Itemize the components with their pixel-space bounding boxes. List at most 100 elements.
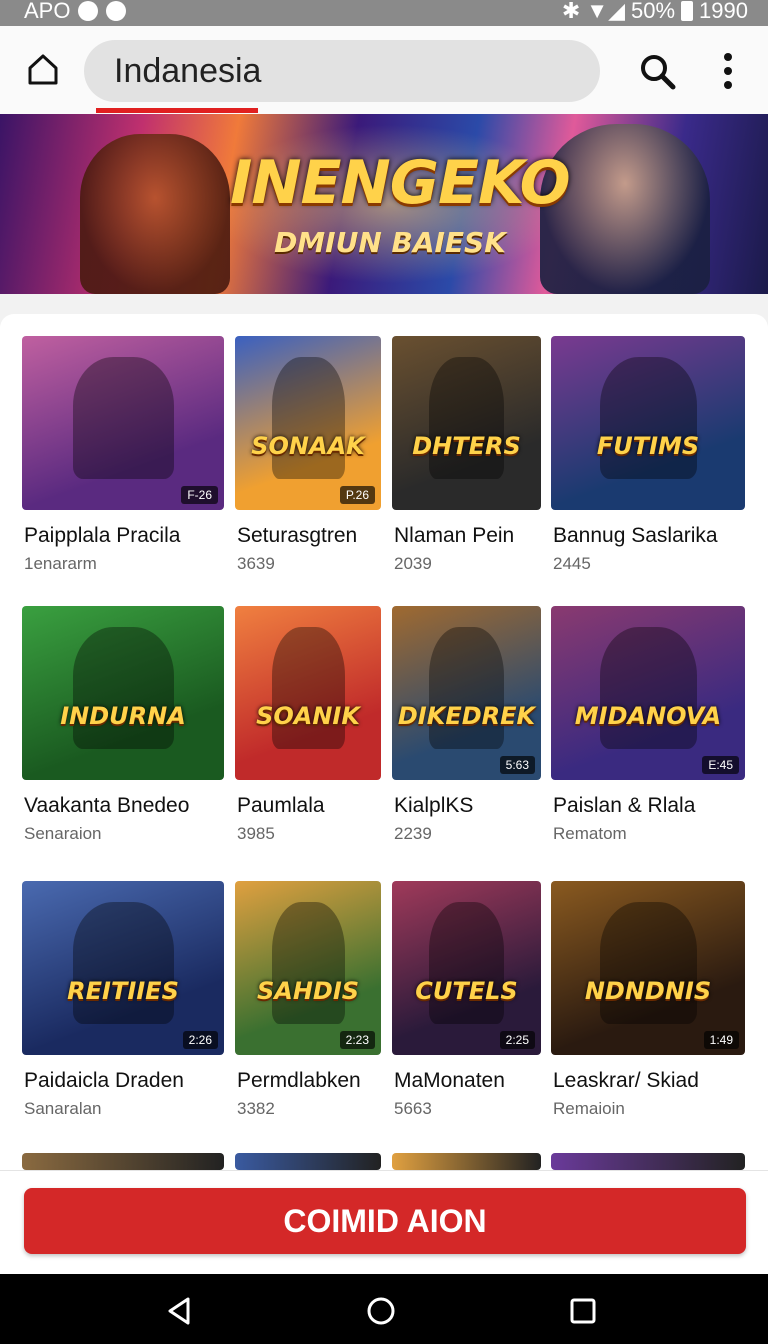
game-thumbnail[interactable]: SAHDIS 2:23 [235,881,381,1055]
address-text: Indanesia [114,52,262,90]
search-icon[interactable] [638,52,676,90]
game-thumbnail-partial[interactable] [22,1153,224,1170]
game-card[interactable]: SONAAK P.26 Seturasgtren 3639 [235,336,381,576]
home-circle-icon[interactable] [366,1296,396,1326]
game-logo-text: SOANIK [256,701,360,730]
game-title: Paislan & Rlala [553,794,696,817]
game-badge: E:45 [702,756,739,774]
game-subtitle: 3382 [237,1099,275,1118]
game-thumbnail[interactable]: F-26 [22,336,224,510]
game-badge: 2:26 [182,1031,218,1049]
cta-button[interactable]: COIMID AION [24,1188,746,1254]
system-nav-bar [0,1274,768,1344]
battery-icon [681,1,694,21]
hero-banner[interactable]: INENGEKO DMIUN BAIESK [0,114,768,294]
signal-icon: ▼◢ [586,0,625,23]
game-character-art [429,626,504,749]
game-card[interactable]: MIDANOVA E:45 Paislan & Rlala Rematom [551,606,745,846]
bluetooth-icon: ✱ [561,0,581,23]
status-time: 1990 [699,0,748,23]
game-logo-text: DIKEDREK [397,701,536,730]
game-character-art [271,356,345,479]
game-badge: 2:23 [339,1031,375,1049]
game-logo-text: SONAAK [251,431,365,460]
game-subtitle: 3639 [237,554,275,573]
game-thumbnail[interactable]: DHTERS [392,336,541,510]
game-subtitle: Senaraion [24,824,102,843]
game-badge: 1:49 [703,1031,739,1049]
loading-progress-bar [96,108,258,113]
game-character-art [599,901,697,1024]
game-character-art [271,901,345,1024]
game-thumbnail[interactable]: REITIIES 2:26 [22,881,224,1055]
game-thumbnail[interactable]: FUTIMS [551,336,745,510]
game-card[interactable]: INDURNA Vaakanta Bnedeo Senaraion [22,606,224,846]
game-logo-text: SAHDIS [256,976,360,1005]
game-badge: 5:63 [499,756,535,774]
game-character-art [599,356,697,479]
game-thumbnail-partial[interactable] [392,1153,541,1170]
game-card[interactable]: CUTELS 2:25 MaMonaten 5663 [392,881,541,1121]
game-character-art [72,626,174,749]
game-card[interactable]: DHTERS Nlaman Pein 2039 [392,336,541,576]
battery-percent: 50% [631,0,676,23]
address-bar[interactable]: Indanesia [84,40,600,102]
game-logo-text: CUTELS [415,976,518,1005]
game-title: Leaskrar/ Skiad [553,1069,699,1092]
back-icon[interactable] [164,1296,194,1326]
more-options-icon[interactable] [718,52,738,90]
game-subtitle: 2445 [553,554,591,573]
game-card[interactable]: NDNDNIS 1:49 Leaskrar/ Skiad Remaioin [551,881,745,1121]
game-character-art [599,626,697,749]
game-logo-text: FUTIMS [596,431,700,460]
recents-icon[interactable] [568,1296,598,1326]
banner-title: INENGEKO [230,148,571,218]
game-title: Paipplala Pracila [24,524,181,547]
home-icon[interactable] [26,52,60,86]
game-title: Vaakanta Bnedeo [24,794,190,817]
game-card[interactable]: SAHDIS 2:23 Permdlabken 3382 [235,881,381,1121]
game-thumbnail[interactable]: INDURNA [22,606,224,780]
game-card[interactable]: REITIIES 2:26 Paidaicla Draden Sanaralan [22,881,224,1121]
game-thumbnail[interactable]: SONAAK P.26 [235,336,381,510]
game-character-art [72,356,174,479]
game-logo-text: INDURNA [60,701,186,730]
game-character-art [429,356,504,479]
game-character-art [429,901,504,1024]
game-subtitle: 3985 [237,824,275,843]
game-subtitle: Sanaralan [24,1099,102,1118]
game-character-art [72,901,174,1024]
game-title: MaMonaten [394,1069,505,1092]
game-badge: P.26 [339,486,375,504]
game-logo-text: REITIIES [67,976,179,1005]
top-bar: Indanesia [0,26,768,114]
status-bar: APO ✱ ▼◢ 50% 1990 [0,0,768,26]
banner-character-left [80,134,230,294]
game-thumbnail[interactable]: DIKEDREK 5:63 [392,606,541,780]
game-subtitle: 1enararm [24,554,97,573]
game-subtitle: 5663 [394,1099,432,1118]
carrier-label: APO [24,0,71,23]
game-title: KialplKS [394,794,474,817]
game-thumbnail[interactable]: NDNDNIS 1:49 [551,881,745,1055]
game-card[interactable]: F-26 Paipplala Pracila 1enararm [22,336,224,576]
game-title: Nlaman Pein [394,524,515,547]
game-title: Paumlala [237,794,325,817]
game-thumbnail[interactable]: SOANIK [235,606,381,780]
game-title: Permdlabken [237,1069,361,1092]
game-logo-text: MIDANOVA [574,701,722,730]
game-title: Seturasgtren [237,524,358,547]
game-thumbnail-partial[interactable] [235,1153,381,1170]
game-badge: F-26 [181,486,218,504]
game-subtitle: 2039 [394,554,432,573]
game-card[interactable]: FUTIMS Bannug Saslarika 2445 [551,336,745,576]
notification-icon-2 [106,1,127,21]
game-card[interactable]: DIKEDREK 5:63 KialplKS 2239 [392,606,541,846]
game-thumbnail[interactable]: MIDANOVA E:45 [551,606,745,780]
game-subtitle: Remaioin [553,1099,625,1118]
game-thumbnail[interactable]: CUTELS 2:25 [392,881,541,1055]
game-thumbnail-partial[interactable] [551,1153,745,1170]
game-card[interactable]: SOANIK Paumlala 3985 [235,606,381,846]
game-subtitle: Rematom [553,824,627,843]
notification-icon [78,1,99,21]
